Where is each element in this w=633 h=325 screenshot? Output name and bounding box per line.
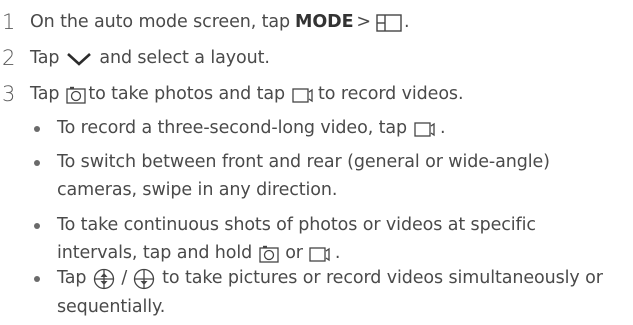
step-2-text-before: Tap — [30, 48, 60, 68]
step-number: 1 — [2, 10, 16, 34]
bullet-1: To record a three-second-long video, tap… — [0, 114, 633, 143]
layout-grid-icon — [376, 13, 402, 32]
bullet-2-line-1: To switch between front and rear (genera… — [57, 152, 550, 172]
bullet-4-text-before: Tap — [57, 268, 87, 288]
video-record-icon — [414, 121, 435, 137]
bullet-1-end: . — [440, 118, 446, 138]
step-number: 2 — [2, 46, 16, 70]
video-record-icon — [292, 87, 313, 103]
camera-shutter-icon — [66, 86, 86, 104]
step-1-end: . — [404, 12, 410, 32]
bullet-4-text-after: to take pictures or record videos simult… — [162, 268, 603, 288]
bullet-3: To take continuous shots of photos or vi… — [0, 211, 633, 271]
bullet-1-text: To record a three-second-long video, tap… — [57, 114, 446, 143]
step-3-text-middle: to take photos and tap — [88, 84, 286, 104]
video-record-icon — [309, 246, 330, 262]
bullet-4-line-1: Tap / to take pictures or record videos … — [57, 264, 603, 293]
bullet-3-line-1: To take continuous shots of photos or vi… — [57, 215, 536, 235]
bullet-4-line-2: sequentially. — [57, 297, 166, 317]
bullet-4: Tap / to take pictures or record videos … — [0, 264, 633, 324]
step-1-text-before: On the auto mode screen, tap — [30, 12, 291, 32]
chevron-down-icon — [67, 52, 92, 66]
step-number: 3 — [2, 82, 16, 106]
bullet-dot — [34, 160, 40, 166]
step-2-text: Tap and select a layout. — [30, 44, 270, 73]
mode-label: MODE — [295, 12, 354, 32]
step-3-text-after: to record videos. — [318, 84, 464, 104]
step-2-text-after: and select a layout. — [99, 48, 270, 68]
bullet-dot — [34, 126, 40, 132]
bullet-1-text-before: To record a three-second-long video, tap — [57, 118, 408, 138]
bullet-2: To switch between front and rear (genera… — [0, 148, 633, 208]
step-1-text: On the auto mode screen, tap MODE > . — [30, 8, 410, 37]
sequential-mode-icon — [133, 268, 155, 289]
arrow-symbol: > — [356, 12, 371, 32]
simultaneous-mode-icon — [94, 268, 115, 289]
bullet-dot — [34, 276, 40, 282]
step-3-text: Tap to take photos and tap to record vid… — [30, 80, 464, 109]
bullet-2-line-2: cameras, swipe in any direction. — [57, 180, 338, 200]
camera-shutter-icon — [259, 245, 279, 263]
step-3-text-before: Tap — [30, 84, 60, 104]
bullet-dot — [34, 223, 40, 229]
bullet-4-slash: / — [121, 268, 128, 288]
